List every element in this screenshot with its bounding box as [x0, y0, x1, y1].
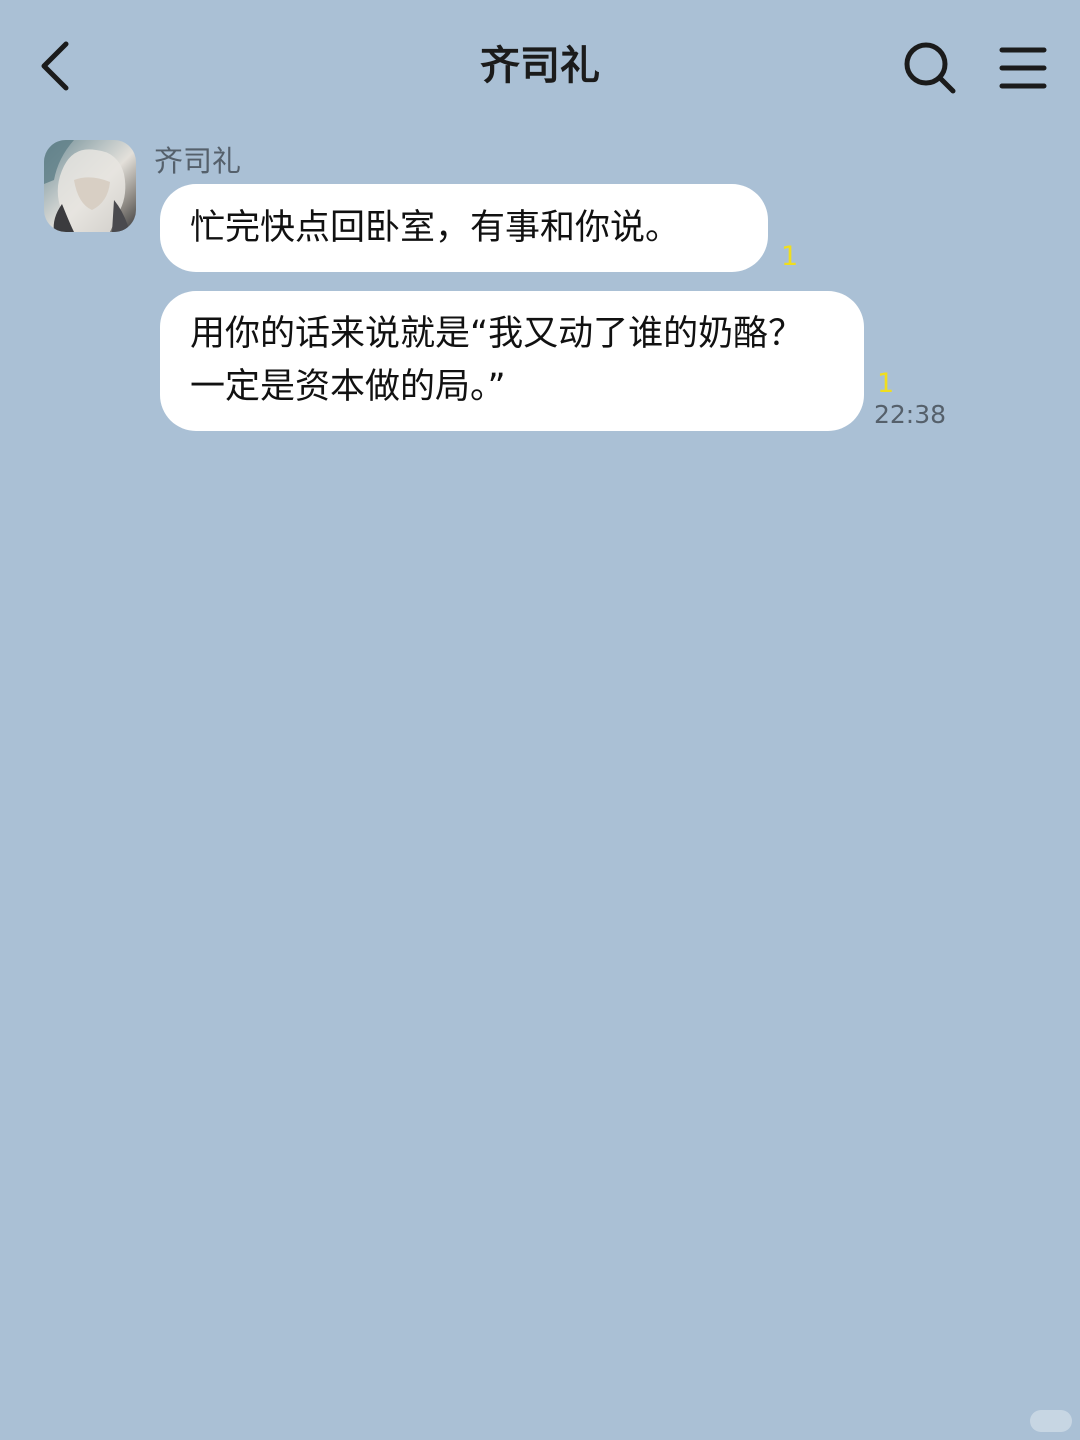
message-text: 忙完快点回卧室，有事和你说。 [190, 208, 681, 248]
search-icon [904, 42, 956, 94]
search-button[interactable] [898, 36, 962, 100]
message-bubble[interactable]: 忙完快点回卧室，有事和你说。 [160, 184, 768, 272]
sender-name: 齐司礼 [154, 144, 242, 178]
page-title: 齐司礼 [480, 43, 600, 89]
message-text: 用你的话来说就是“我又动了谁的奶酪？一定是资本做的局。” [190, 314, 804, 407]
unread-count: 1 [877, 368, 895, 399]
avatar[interactable] [44, 140, 136, 232]
menu-icon [999, 47, 1047, 89]
chevron-left-icon [41, 41, 69, 91]
watermark [1030, 1410, 1072, 1432]
chat-header: 齐司礼 [0, 0, 1080, 130]
menu-button[interactable] [996, 40, 1052, 96]
unread-count: 1 [781, 241, 799, 272]
back-button[interactable] [28, 30, 88, 100]
avatar-portrait-icon [44, 140, 130, 232]
message-bubble[interactable]: 用你的话来说就是“我又动了谁的奶酪？一定是资本做的局。” [160, 291, 864, 431]
message-timestamp: 22:38 [874, 400, 947, 429]
